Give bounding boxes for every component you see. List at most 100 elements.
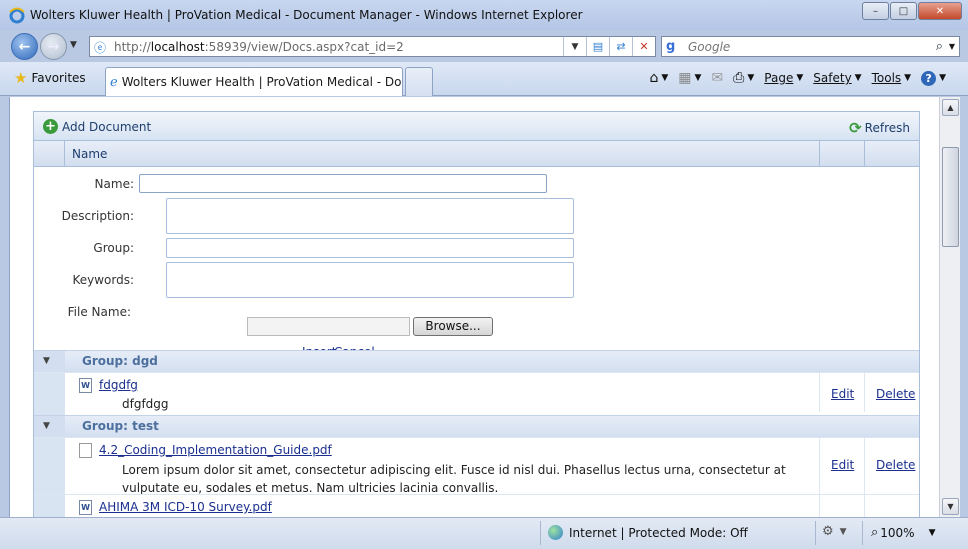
- description-input[interactable]: [166, 198, 574, 234]
- keywords-label: Keywords:: [72, 273, 134, 287]
- scroll-up-icon: ▲: [947, 103, 954, 112]
- ie-logo-icon: [9, 7, 25, 24]
- collapse-arrow-icon[interactable]: ▼: [43, 421, 50, 431]
- group-input[interactable]: [166, 238, 574, 258]
- vertical-scrollbar[interactable]: ▲ ▼: [939, 97, 960, 517]
- mail-button[interactable]: ✉: [711, 70, 723, 86]
- file-path-input[interactable]: [247, 317, 410, 336]
- document-description: dfgfdgg: [122, 397, 169, 411]
- help-icon: ?: [921, 70, 937, 86]
- address-actions: ▼ ▤ ⇄ ✕: [563, 37, 655, 56]
- status-divider: [540, 521, 541, 545]
- header-gutter: [34, 141, 65, 167]
- group-header-test[interactable]: ▼ Group: test: [34, 415, 919, 438]
- table-row: W AHIMA 3M ICD-10 Survey.pdf: [34, 494, 919, 517]
- command-bar: ⌂ ▼ ▦ ▼ ✉ ⎙ ▼ Page ▼ Safety ▼ Tools ▼ ? ▼: [639, 70, 946, 86]
- delete-link[interactable]: Delete: [876, 387, 915, 401]
- window-title: Wolters Kluwer Health | ProVation Medica…: [30, 8, 583, 22]
- compatibility-icon[interactable]: ▤: [586, 37, 609, 56]
- google-icon: g: [666, 38, 676, 54]
- forward-button[interactable]: →: [40, 33, 67, 60]
- document-link[interactable]: fdgdfg: [99, 378, 138, 392]
- page-menu[interactable]: Page ▼: [764, 71, 803, 85]
- refresh-button[interactable]: ⟳ Refresh: [849, 119, 910, 137]
- recent-pages-chevron-icon[interactable]: ▼: [70, 40, 77, 50]
- maximize-icon: □: [898, 5, 909, 17]
- home-button[interactable]: ⌂ ▼: [649, 70, 668, 86]
- maximize-button[interactable]: □: [890, 2, 917, 20]
- row-gutter: [34, 373, 65, 412]
- star-icon: ★: [14, 69, 28, 87]
- keywords-input[interactable]: [166, 262, 574, 298]
- minimize-button[interactable]: –: [862, 2, 889, 20]
- page-viewport: + Add Document ⟳ Refresh Name Name: Desc…: [9, 97, 939, 517]
- name-column-header[interactable]: Name: [72, 147, 107, 161]
- grid-header: Name: [34, 141, 919, 167]
- chevron-down-icon: ▼: [854, 73, 862, 83]
- back-button[interactable]: ←: [11, 33, 38, 60]
- address-dropdown-icon[interactable]: ▼: [563, 37, 586, 56]
- tab-title: Wolters Kluwer Health | ProVation Medica…: [121, 75, 402, 89]
- tools-menu-label: Tools: [871, 71, 902, 85]
- collapse-arrow-icon[interactable]: ▼: [43, 356, 50, 366]
- add-document-button[interactable]: + Add Document: [43, 119, 151, 134]
- print-button[interactable]: ⎙ ▼: [733, 70, 754, 86]
- delete-link[interactable]: Delete: [876, 458, 915, 472]
- name-input[interactable]: [139, 174, 547, 193]
- security-zone[interactable]: Internet | Protected Mode: Off: [548, 525, 748, 540]
- refresh-label: Refresh: [864, 121, 910, 135]
- status-bar: Internet | Protected Mode: Off ⚙ ▼ ⌕ 100…: [0, 517, 968, 549]
- chevron-down-icon: ▼: [694, 73, 702, 83]
- url-host: localhost: [150, 39, 205, 54]
- forward-arrow-icon: →: [47, 38, 60, 55]
- safety-menu[interactable]: Safety ▼: [813, 71, 861, 85]
- chevron-down-icon: ▼: [796, 73, 804, 83]
- word-document-icon: W: [79, 500, 92, 515]
- feeds-button[interactable]: ▦ ▼: [678, 70, 701, 86]
- close-icon: ✕: [935, 5, 945, 17]
- url-prefix: http://: [114, 39, 151, 54]
- scroll-down-button[interactable]: ▼: [942, 498, 959, 515]
- document-link[interactable]: 4.2_Coding_Implementation_Guide.pdf: [99, 443, 332, 457]
- stop-icon[interactable]: ✕: [632, 37, 655, 56]
- refresh-page-icon[interactable]: ⇄: [609, 37, 632, 56]
- chevron-down-icon: ▼: [939, 73, 946, 83]
- group-header-dgd[interactable]: ▼ Group: dgd: [34, 350, 919, 373]
- address-bar[interactable]: ⓔ http://localhost:58939/view/Docs.aspx?…: [89, 36, 656, 57]
- chevron-down-icon: ▼: [928, 527, 936, 538]
- document-description: Lorem ipsum dolor sit amet, consectetur …: [122, 463, 786, 495]
- search-input[interactable]: [686, 38, 906, 55]
- chevron-down-icon: ▼: [747, 73, 755, 83]
- tab-row: ★ Favorites ℯ Wolters Kluwer Health | Pr…: [0, 62, 968, 96]
- tools-menu[interactable]: Tools ▼: [872, 71, 911, 85]
- tab-active[interactable]: ℯ Wolters Kluwer Health | ProVation Medi…: [105, 67, 403, 96]
- document-grid: + Add Document ⟳ Refresh Name Name: Desc…: [33, 111, 920, 517]
- browse-button[interactable]: Browse...: [413, 317, 493, 336]
- document-link[interactable]: AHIMA 3M ICD-10 Survey.pdf: [99, 500, 272, 514]
- edit-column-header: [819, 141, 864, 167]
- name-label: Name:: [94, 177, 134, 191]
- scrollbar-thumb[interactable]: [942, 147, 959, 247]
- new-tab-button[interactable]: [405, 67, 433, 96]
- edit-link[interactable]: Edit: [831, 458, 854, 472]
- row-gutter: [34, 438, 65, 494]
- window-controls: – □ ✕: [861, 2, 962, 20]
- search-icon[interactable]: ⌕: [936, 39, 943, 54]
- protected-mode-button[interactable]: ⚙ ▼: [822, 524, 847, 539]
- pdf-document-icon: [79, 443, 92, 458]
- zoom-control[interactable]: ⌕ 100% ▼: [871, 525, 936, 540]
- page-menu-label: Page: [764, 71, 794, 85]
- favorites-button[interactable]: ★ Favorites: [14, 69, 86, 87]
- table-row: 4.2_Coding_Implementation_Guide.pdf Lore…: [34, 437, 919, 495]
- insert-form: Name: Description: Group: Keywords: File…: [34, 167, 919, 359]
- favorites-label: Favorites: [31, 71, 86, 85]
- close-button[interactable]: ✕: [918, 2, 962, 20]
- row-gutter: [34, 495, 65, 517]
- edit-link[interactable]: Edit: [831, 387, 854, 401]
- search-box[interactable]: g ⌕ ▼: [661, 36, 960, 57]
- scroll-up-button[interactable]: ▲: [942, 99, 959, 116]
- help-button[interactable]: ? ▼: [921, 70, 946, 86]
- zoom-level: 100%: [880, 525, 915, 540]
- ie-tab-icon: ℯ: [110, 74, 118, 90]
- search-options-chevron-icon[interactable]: ▼: [949, 42, 955, 51]
